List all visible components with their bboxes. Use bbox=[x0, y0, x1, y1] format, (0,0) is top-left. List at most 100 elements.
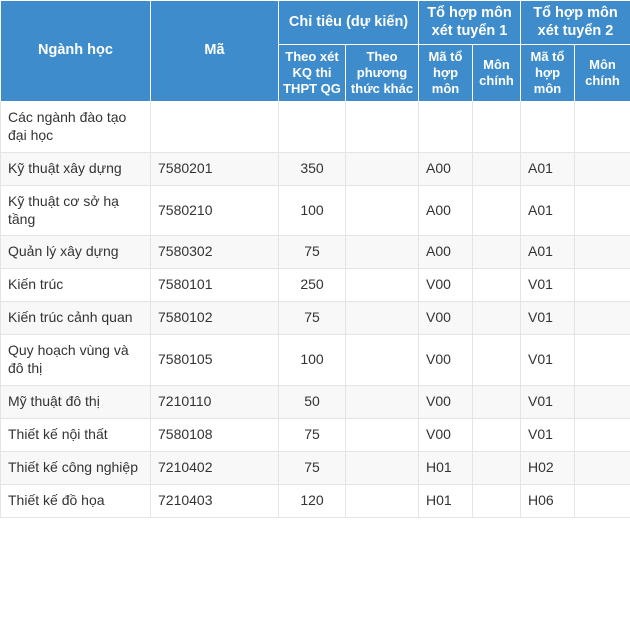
column-header-combo1-main: Môn chính bbox=[472, 44, 521, 102]
cell-combo2-main bbox=[574, 235, 630, 270]
cell-combo2-code: V01 bbox=[520, 385, 575, 419]
cell-quota-exam: 120 bbox=[278, 483, 346, 518]
cell-quota-exam: 75 bbox=[278, 235, 346, 270]
cell-combo2-main bbox=[574, 268, 630, 303]
cell-combo1-main bbox=[472, 417, 521, 452]
cell-major: Mỹ thuật đô thị bbox=[0, 385, 151, 419]
column-header-quota-other: Theo phương thức khác bbox=[345, 44, 419, 102]
cell-quota-other bbox=[345, 483, 419, 518]
column-header-combo1-code: Mã tổ hợp môn bbox=[418, 44, 473, 102]
cell-combo2-main bbox=[574, 151, 630, 186]
cell-quota-other bbox=[345, 334, 419, 387]
cell-combo1-main bbox=[472, 151, 521, 186]
cell-quota-exam: 100 bbox=[278, 184, 346, 237]
column-header-combo2-code: Mã tổ hợp môn bbox=[520, 44, 575, 102]
cell-combo1-main bbox=[472, 184, 521, 237]
cell-combo1-main bbox=[472, 334, 521, 387]
cell-major: Kỹ thuật xây dựng bbox=[0, 151, 151, 186]
cell-combo2-code: H06 bbox=[520, 483, 575, 518]
cell-quota-exam: 75 bbox=[278, 450, 346, 485]
cell-combo1-main bbox=[472, 235, 521, 270]
cell-code: 7580102 bbox=[150, 301, 279, 336]
cell-quota-exam bbox=[278, 100, 346, 153]
cell-code: 7580108 bbox=[150, 417, 279, 452]
table-body: Các ngành đào tạo đại học Kỹ thuật xây dự… bbox=[0, 100, 630, 518]
cell-quota-other bbox=[345, 385, 419, 419]
cell-combo1-code: H01 bbox=[418, 483, 473, 518]
cell-combo1-code bbox=[418, 100, 473, 153]
table-row: Kỹ thuật cơ sở hạ tầng 7580210 100 A00 A01 bbox=[0, 184, 630, 237]
cell-quota-other bbox=[345, 417, 419, 452]
column-group-header-combo1: Tổ hợp môn xét tuyển 1 bbox=[418, 0, 521, 46]
cell-combo2-code bbox=[520, 100, 575, 153]
cell-quota-exam: 75 bbox=[278, 301, 346, 336]
cell-combo2-main bbox=[574, 483, 630, 518]
column-group-header-combo2: Tổ hợp môn xét tuyển 2 bbox=[520, 0, 630, 46]
cell-quota-exam: 75 bbox=[278, 417, 346, 452]
column-header-major: Ngành học bbox=[0, 0, 151, 102]
cell-combo2-code: V01 bbox=[520, 334, 575, 387]
cell-quota-other bbox=[345, 184, 419, 237]
table-row: Mỹ thuật đô thị 7210110 50 V00 V01 bbox=[0, 385, 630, 419]
cell-combo2-main bbox=[574, 385, 630, 419]
cell-combo2-code: V01 bbox=[520, 301, 575, 336]
cell-major: Các ngành đào tạo đại học bbox=[0, 100, 151, 153]
cell-major: Kiến trúc bbox=[0, 268, 151, 303]
cell-combo1-main bbox=[472, 385, 521, 419]
cell-quota-exam: 100 bbox=[278, 334, 346, 387]
table-row: Quản lý xây dựng 7580302 75 A00 A01 bbox=[0, 235, 630, 270]
cell-combo2-code: A01 bbox=[520, 184, 575, 237]
cell-combo1-code: V00 bbox=[418, 268, 473, 303]
cell-combo2-main bbox=[574, 417, 630, 452]
admissions-quota-table: Ngành học Mã Chỉ tiêu (dự kiến) Tổ hợp m… bbox=[0, 0, 630, 518]
header-row-groups: Ngành học Mã Chỉ tiêu (dự kiến) Tổ hợp m… bbox=[0, 0, 630, 102]
cell-code bbox=[150, 100, 279, 153]
table-row: Kiến trúc 7580101 250 V00 V01 bbox=[0, 268, 630, 303]
cell-quota-other bbox=[345, 268, 419, 303]
cell-combo1-code: A00 bbox=[418, 151, 473, 186]
cell-combo1-code: A00 bbox=[418, 184, 473, 237]
cell-major: Thiết kế đồ họa bbox=[0, 483, 151, 518]
cell-major: Quản lý xây dựng bbox=[0, 235, 151, 270]
cell-major: Kỹ thuật cơ sở hạ tầng bbox=[0, 184, 151, 237]
cell-combo1-code: V00 bbox=[418, 334, 473, 387]
cell-code: 7210402 bbox=[150, 450, 279, 485]
cell-combo2-main bbox=[574, 301, 630, 336]
cell-code: 7580105 bbox=[150, 334, 279, 387]
cell-code: 7580201 bbox=[150, 151, 279, 186]
cell-quota-exam: 50 bbox=[278, 385, 346, 419]
table-header: Ngành học Mã Chỉ tiêu (dự kiến) Tổ hợp m… bbox=[0, 0, 630, 102]
cell-combo2-main bbox=[574, 334, 630, 387]
cell-combo1-main bbox=[472, 100, 521, 153]
table-row: Thiết kế công nghiệp 7210402 75 H01 H02 bbox=[0, 450, 630, 485]
cell-quota-other bbox=[345, 301, 419, 336]
cell-code: 7210110 bbox=[150, 385, 279, 419]
cell-major: Thiết kế công nghiệp bbox=[0, 450, 151, 485]
cell-quota-other bbox=[345, 235, 419, 270]
cell-combo1-main bbox=[472, 268, 521, 303]
column-header-quota-exam: Theo xét KQ thi THPT QG bbox=[278, 44, 346, 102]
column-header-combo2-main: Môn chính bbox=[574, 44, 630, 102]
cell-quota-exam: 250 bbox=[278, 268, 346, 303]
table-row: Thiết kế nội thất 7580108 75 V00 V01 bbox=[0, 417, 630, 452]
cell-combo1-code: V00 bbox=[418, 417, 473, 452]
table-row: Quy hoạch vùng và đô thị 7580105 100 V00 V01 bbox=[0, 334, 630, 387]
cell-quota-other bbox=[345, 151, 419, 186]
cell-combo2-main bbox=[574, 100, 630, 153]
cell-combo1-code: V00 bbox=[418, 301, 473, 336]
cell-code: 7580210 bbox=[150, 184, 279, 237]
cell-major: Thiết kế nội thất bbox=[0, 417, 151, 452]
column-header-code: Mã bbox=[150, 0, 279, 102]
cell-combo1-main bbox=[472, 301, 521, 336]
cell-major: Quy hoạch vùng và đô thị bbox=[0, 334, 151, 387]
cell-combo1-code: V00 bbox=[418, 385, 473, 419]
cell-quota-other bbox=[345, 450, 419, 485]
cell-combo1-code: H01 bbox=[418, 450, 473, 485]
cell-combo2-code: A01 bbox=[520, 235, 575, 270]
cell-combo2-main bbox=[574, 450, 630, 485]
cell-code: 7580302 bbox=[150, 235, 279, 270]
cell-combo2-code: V01 bbox=[520, 417, 575, 452]
cell-code: 7210403 bbox=[150, 483, 279, 518]
cell-major: Kiến trúc cảnh quan bbox=[0, 301, 151, 336]
cell-combo2-main bbox=[574, 184, 630, 237]
